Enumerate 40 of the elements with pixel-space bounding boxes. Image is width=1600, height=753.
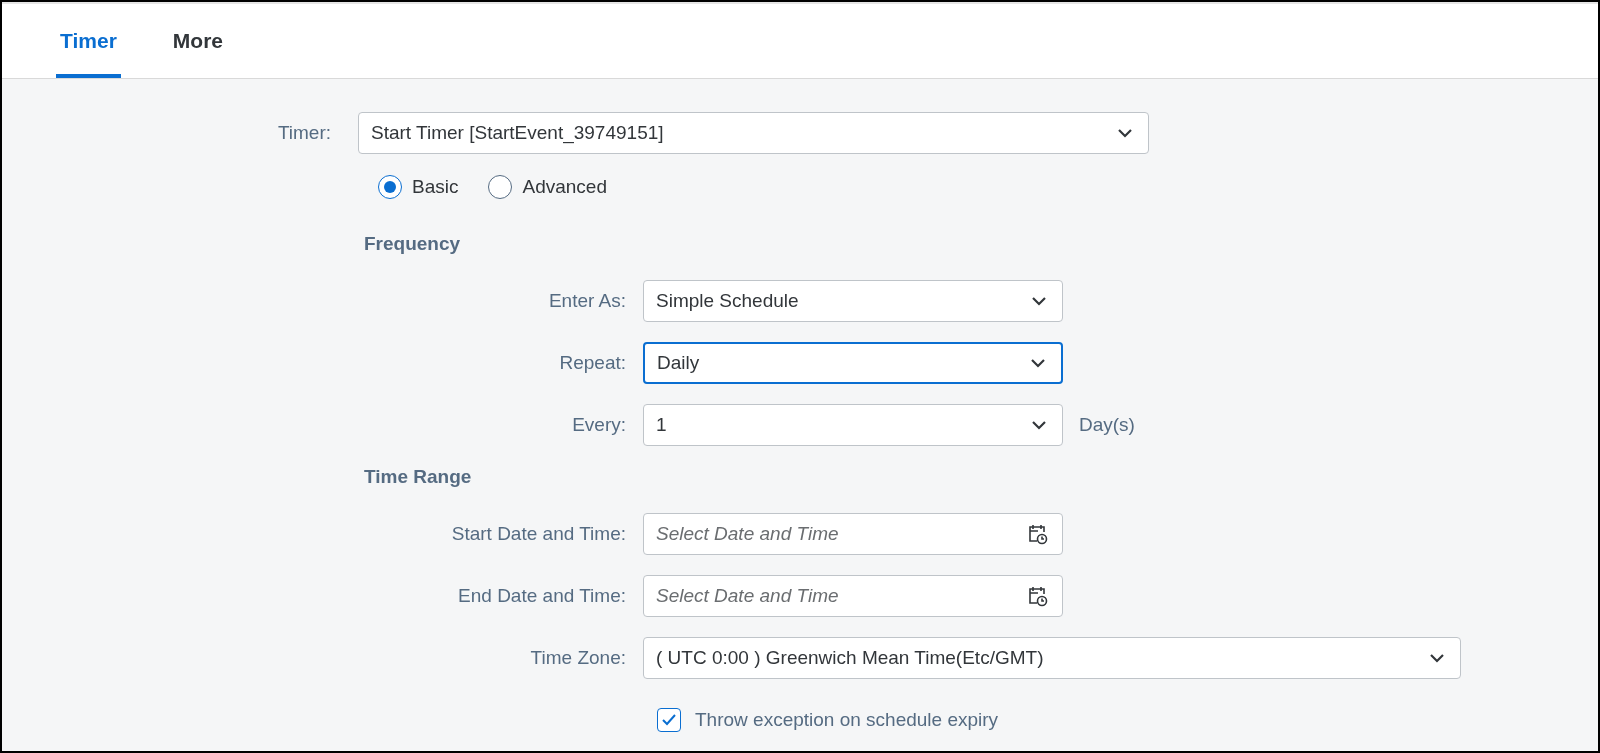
dropdown-field[interactable]: Simple Schedule — [643, 280, 1063, 322]
dropdown-field[interactable]: ( UTC 0:00 ) Greenwich Mean Time(Etc/GMT) — [643, 637, 1461, 679]
radio-option[interactable]: Basic — [378, 175, 459, 199]
date-time-field[interactable]: Select Date and Time — [643, 575, 1063, 617]
checkmark-icon — [661, 713, 677, 727]
section-heading: Time Range — [364, 465, 473, 489]
field-label: End Date and Time: — [457, 585, 626, 607]
tab[interactable]: Timer — [56, 4, 121, 78]
chevron-down-icon[interactable] — [1116, 127, 1134, 139]
placeholder-text: Select Date and Time — [656, 585, 839, 607]
field-label: Enter As: — [547, 290, 626, 312]
chevron-down-icon[interactable] — [1029, 357, 1047, 369]
dropdown-field[interactable]: Daily — [643, 342, 1063, 384]
field-label: Timer: — [276, 122, 331, 144]
tab[interactable]: More — [168, 4, 227, 78]
calendar-clock-icon[interactable] — [1028, 585, 1048, 607]
calendar-clock-icon[interactable] — [1028, 523, 1048, 545]
select-value: Simple Schedule — [656, 290, 799, 312]
unit-label: Day(s) — [1079, 414, 1135, 436]
field-label: Every: — [571, 414, 626, 436]
radio-button[interactable] — [378, 175, 402, 199]
timer-select[interactable]: Start Timer [StartEvent_39749151] — [358, 112, 1149, 154]
select-value: 1 — [656, 414, 667, 436]
date-time-field[interactable]: Select Date and Time — [643, 513, 1063, 555]
select-value: Start Timer [StartEvent_39749151] — [371, 122, 664, 144]
select-value: Daily — [657, 352, 700, 374]
field-label: Start Date and Time: — [450, 523, 626, 545]
radio-option[interactable]: Advanced — [488, 175, 607, 199]
field-label: Repeat: — [558, 352, 626, 374]
select-value: ( UTC 0:00 ) Greenwich Mean Time(Etc/GMT) — [656, 647, 1044, 669]
placeholder-text: Select Date and Time — [656, 523, 839, 545]
chevron-down-icon[interactable] — [1030, 419, 1048, 431]
section-heading: Frequency — [364, 232, 462, 256]
radio-button[interactable] — [488, 175, 513, 199]
checkbox-label: Throw exception on schedule expiry — [695, 709, 999, 731]
checkbox[interactable] — [657, 708, 681, 732]
chevron-down-icon[interactable] — [1030, 295, 1048, 307]
field-label: Time Zone: — [529, 647, 626, 669]
dropdown-field[interactable]: 1 — [643, 404, 1063, 446]
chevron-down-icon[interactable] — [1428, 652, 1446, 664]
